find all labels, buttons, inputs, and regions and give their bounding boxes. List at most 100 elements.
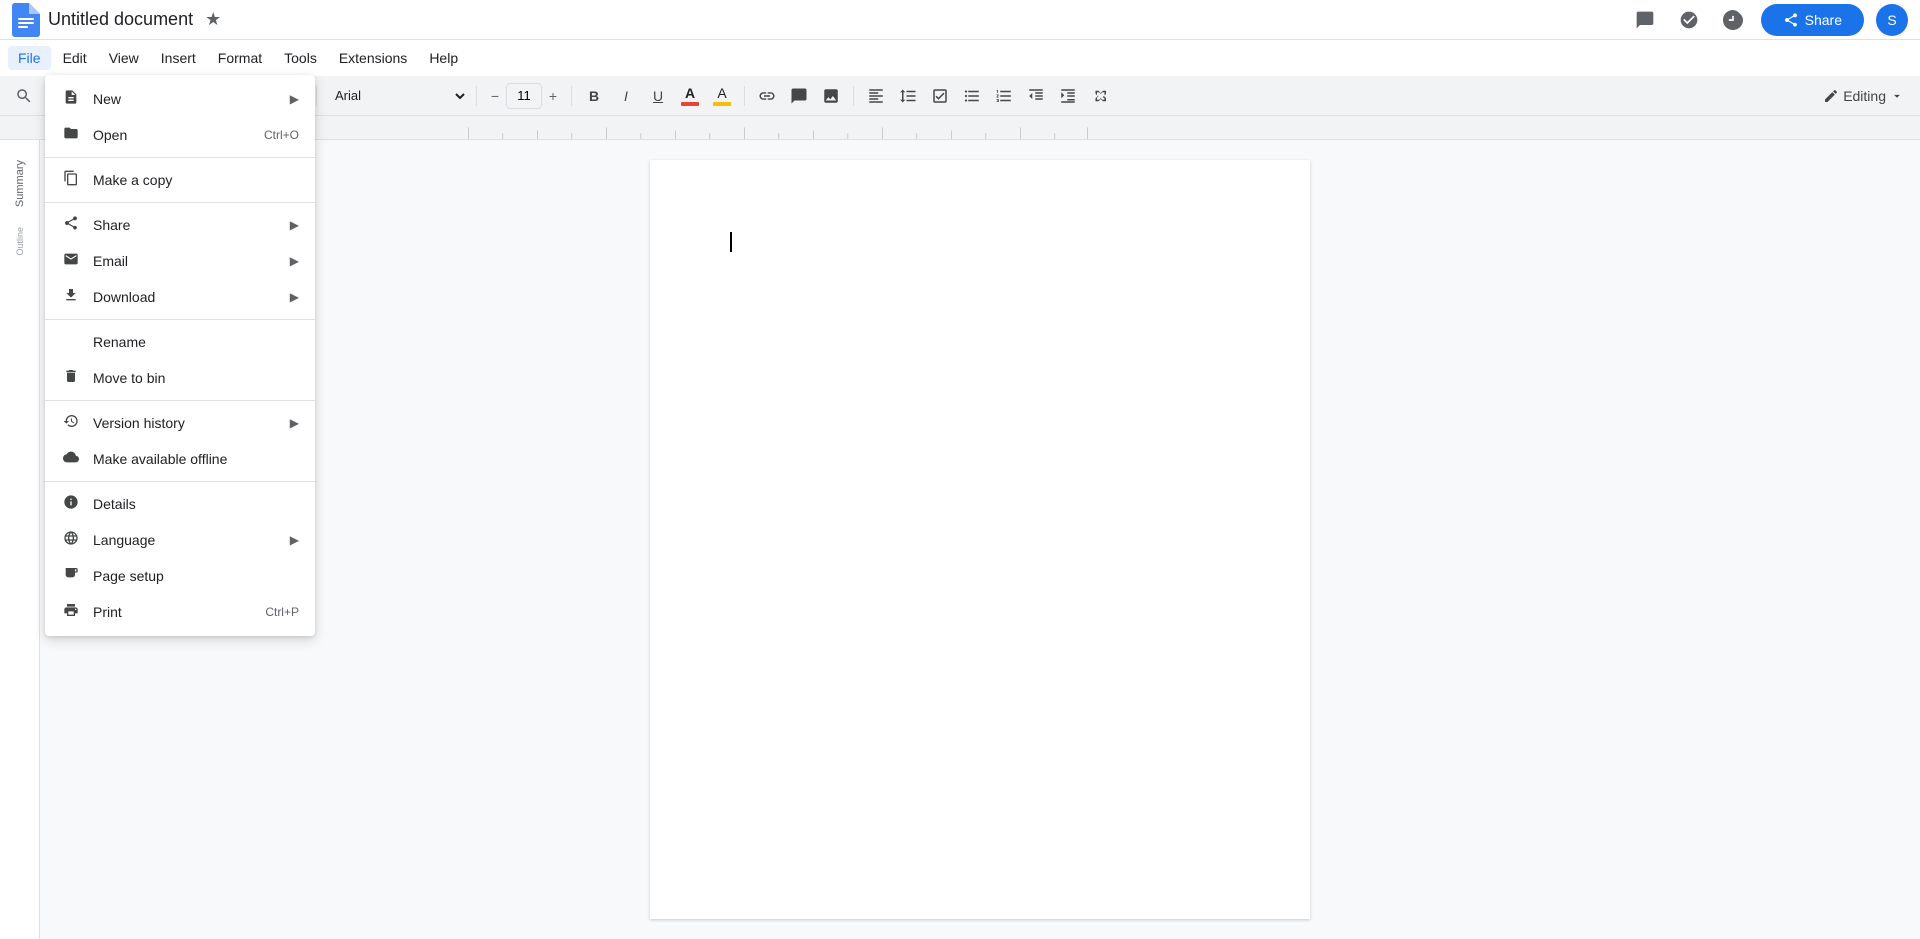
menu-item-view[interactable]: View	[99, 46, 149, 70]
file-menu-rename[interactable]: Rename	[45, 324, 315, 360]
text-color-indicator	[681, 102, 699, 106]
checklist-button[interactable]	[926, 82, 954, 110]
outline-sublabel: Outline	[15, 227, 25, 256]
file-menu-open[interactable]: Open Ctrl+O	[45, 117, 315, 153]
file-menu-download[interactable]: Download ▶	[45, 279, 315, 315]
make-offline-label: Make available offline	[93, 451, 299, 467]
menu-item-edit[interactable]: Edit	[53, 46, 97, 70]
insert-image-button[interactable]	[817, 82, 845, 110]
document-title[interactable]: Untitled document	[48, 9, 193, 30]
version-history-arrow: ▶	[290, 416, 299, 430]
bullet-list-button[interactable]	[958, 82, 986, 110]
underline-button[interactable]: U	[644, 82, 672, 110]
language-icon	[61, 530, 81, 551]
make-offline-icon	[61, 449, 81, 470]
file-menu-details[interactable]: Details	[45, 486, 315, 522]
new-label: New	[93, 91, 282, 107]
share-menu-label: Share	[93, 217, 282, 233]
divider-4	[45, 400, 315, 401]
comment-icon[interactable]	[1629, 4, 1661, 36]
user-avatar[interactable]: S	[1876, 4, 1908, 36]
editing-mode-label: Editing	[1843, 88, 1886, 104]
numbered-list-button[interactable]	[990, 82, 1018, 110]
menu-item-tools[interactable]: Tools	[274, 46, 327, 70]
search-button[interactable]	[8, 80, 40, 112]
language-arrow: ▶	[290, 533, 299, 547]
move-to-bin-label: Move to bin	[93, 370, 299, 386]
indent-increase-button[interactable]	[1054, 82, 1082, 110]
title-bar: Untitled document ★ Share S	[0, 0, 1920, 40]
highlight-button[interactable]: A	[708, 82, 736, 110]
chat-icon[interactable]	[1673, 4, 1705, 36]
file-menu-new[interactable]: New ▶	[45, 81, 315, 117]
editing-mode-dropdown[interactable]: Editing	[1815, 84, 1912, 108]
star-icon[interactable]: ★	[205, 9, 221, 30]
comment-button[interactable]	[785, 82, 813, 110]
share-icon	[61, 215, 81, 236]
indent-decrease-button[interactable]	[1022, 82, 1050, 110]
new-arrow: ▶	[290, 92, 299, 106]
file-menu-move-to-bin[interactable]: Move to bin	[45, 360, 315, 396]
make-copy-label: Make a copy	[93, 172, 299, 188]
text-color-button[interactable]: A	[676, 82, 704, 110]
file-menu-make-offline[interactable]: Make available offline	[45, 441, 315, 477]
menu-item-file[interactable]: File	[8, 46, 51, 70]
history-icon[interactable]	[1717, 4, 1749, 36]
move-to-bin-icon	[61, 368, 81, 389]
menu-item-format[interactable]: Format	[208, 46, 272, 70]
line-spacing-button[interactable]	[894, 82, 922, 110]
font-dropdown[interactable]: Arial Times New Roman Courier New	[325, 82, 468, 110]
doc-canvas[interactable]: Meeting notes Email draft More	[40, 140, 1920, 939]
title-bar-left: Untitled document ★	[12, 3, 221, 37]
version-history-label: Version history	[93, 415, 282, 431]
download-icon	[61, 287, 81, 308]
language-label: Language	[93, 532, 282, 548]
menu-item-extensions[interactable]: Extensions	[329, 46, 417, 70]
page-setup-label: Page setup	[93, 568, 299, 584]
share-arrow: ▶	[290, 218, 299, 232]
toolbar-separator-3	[316, 86, 317, 106]
document-page[interactable]	[650, 160, 1310, 919]
docs-logo-icon	[12, 3, 40, 37]
details-icon	[61, 494, 81, 515]
toolbar-separator-7	[853, 86, 854, 106]
font-size-area: − +	[485, 83, 563, 109]
menu-item-insert[interactable]: Insert	[151, 46, 206, 70]
link-button[interactable]	[753, 82, 781, 110]
print-shortcut: Ctrl+P	[265, 605, 299, 619]
email-icon	[61, 251, 81, 272]
file-menu-print[interactable]: Print Ctrl+P	[45, 594, 315, 630]
file-menu-version-history[interactable]: Version history ▶	[45, 405, 315, 441]
font-size-increase-button[interactable]: +	[543, 83, 563, 109]
details-label: Details	[93, 496, 299, 512]
font-size-input[interactable]	[506, 83, 542, 109]
new-icon	[61, 89, 81, 110]
file-menu-make-copy[interactable]: Make a copy	[45, 162, 315, 198]
download-label: Download	[93, 289, 282, 305]
open-icon	[61, 125, 81, 146]
file-menu-email[interactable]: Email ▶	[45, 243, 315, 279]
open-shortcut: Ctrl+O	[264, 128, 299, 142]
menu-bar: File Edit View Insert Format Tools Exten…	[0, 40, 1920, 76]
file-menu-dropdown: New ▶ Open Ctrl+O Make a copy Share	[45, 75, 315, 636]
italic-button[interactable]: I	[612, 82, 640, 110]
download-arrow: ▶	[290, 290, 299, 304]
text-cursor	[730, 232, 732, 252]
left-panel: Summary Outline	[0, 140, 40, 939]
share-button[interactable]: Share	[1761, 4, 1864, 36]
make-copy-icon	[61, 170, 81, 191]
menu-item-help[interactable]: Help	[419, 46, 468, 70]
clear-formatting-button[interactable]	[1086, 82, 1114, 110]
file-menu-page-setup[interactable]: Page setup	[45, 558, 315, 594]
email-arrow: ▶	[290, 254, 299, 268]
divider-5	[45, 481, 315, 482]
file-menu-share[interactable]: Share ▶	[45, 207, 315, 243]
page-setup-icon	[61, 566, 81, 587]
font-size-decrease-button[interactable]: −	[485, 83, 505, 109]
open-label: Open	[93, 127, 256, 143]
toolbar-separator-5	[571, 86, 572, 106]
file-menu-language[interactable]: Language ▶	[45, 522, 315, 558]
align-left-button[interactable]	[862, 82, 890, 110]
bold-button[interactable]: B	[580, 82, 608, 110]
version-history-icon	[61, 413, 81, 434]
